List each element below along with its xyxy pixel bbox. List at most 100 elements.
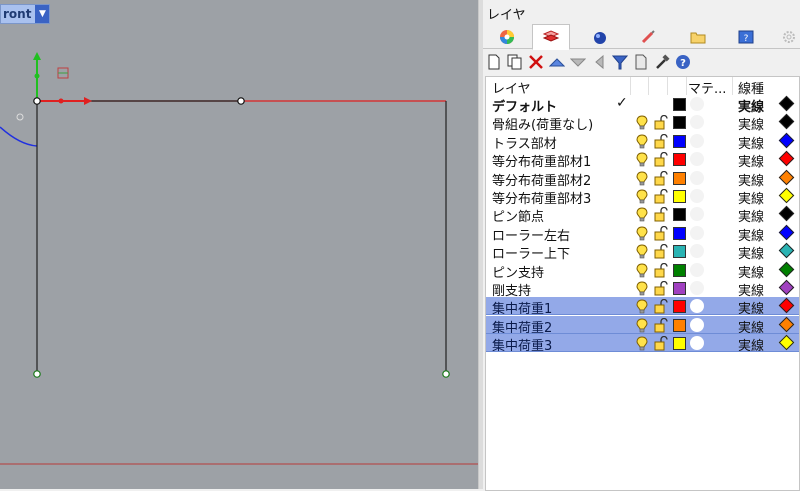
material-swatch[interactable] bbox=[690, 115, 704, 130]
print-color-diamond[interactable] bbox=[778, 206, 795, 222]
tab-folder[interactable] bbox=[680, 26, 716, 47]
layer-linetype[interactable]: 実線 bbox=[738, 243, 764, 262]
layer-linetype[interactable]: 実線 bbox=[738, 188, 764, 207]
layer-linetype[interactable]: 実線 bbox=[738, 114, 764, 133]
layer-row[interactable]: 等分布荷重部材1 実線 bbox=[486, 150, 799, 170]
document-button[interactable] bbox=[631, 52, 651, 72]
support-node[interactable] bbox=[442, 370, 450, 378]
material-swatch[interactable] bbox=[690, 97, 704, 111]
lock-toggle[interactable] bbox=[654, 336, 668, 355]
new-sublayer-button[interactable] bbox=[505, 52, 525, 72]
layer-list[interactable]: レイヤ マテ... 線種 デフォルト ✓ 実線 骨組み(荷重なし) 実線 トラス部材 実線等… bbox=[485, 76, 800, 491]
chevron-down-icon[interactable]: ▼ bbox=[35, 5, 50, 23]
layer-linetype[interactable]: 実線 bbox=[738, 335, 764, 354]
layer-row[interactable]: ローラー左右 実線 bbox=[486, 224, 799, 244]
front-viewport[interactable]: ront ▼ bbox=[0, 0, 478, 489]
move-down-button[interactable] bbox=[568, 52, 588, 72]
layer-color-swatch[interactable] bbox=[673, 263, 686, 277]
gumball-x-handle[interactable] bbox=[58, 98, 64, 104]
layer-row[interactable]: トラス部材 実線 bbox=[486, 132, 799, 152]
layer-row[interactable]: 骨組み(荷重なし) 実線 bbox=[486, 113, 799, 133]
layer-linetype[interactable]: 実線 bbox=[738, 151, 764, 170]
layer-linetype[interactable]: 実線 bbox=[738, 280, 764, 299]
layer-color-swatch[interactable] bbox=[673, 226, 686, 240]
support-node[interactable] bbox=[33, 370, 41, 378]
layer-row[interactable]: ピン支持 実線 bbox=[486, 261, 799, 281]
layer-row[interactable]: デフォルト ✓ 実線 bbox=[486, 95, 799, 115]
layer-color-swatch[interactable] bbox=[673, 245, 686, 259]
layer-linetype[interactable]: 実線 bbox=[738, 206, 764, 225]
help-button[interactable]: ? bbox=[673, 52, 693, 72]
layer-linetype[interactable]: 実線 bbox=[738, 170, 764, 189]
gumball-rotate-handle[interactable] bbox=[16, 113, 24, 121]
print-color-diamond[interactable] bbox=[778, 132, 795, 149]
gumball-x-head[interactable] bbox=[84, 97, 92, 105]
layer-row[interactable]: 等分布荷重部材2 実線 bbox=[486, 169, 799, 189]
layer-color-swatch[interactable] bbox=[673, 171, 686, 185]
viewport-title-tab[interactable]: ront ▼ bbox=[0, 4, 51, 24]
layer-row[interactable]: ローラー上下 実線 bbox=[486, 242, 799, 262]
curve-arc[interactable] bbox=[0, 126, 38, 147]
layer-row[interactable]: 集中荷重2 実線 bbox=[486, 315, 799, 336]
point-node[interactable] bbox=[33, 97, 41, 105]
layer-color-swatch[interactable] bbox=[673, 190, 686, 203]
tools-button[interactable] bbox=[652, 52, 672, 72]
print-color-diamond[interactable] bbox=[778, 150, 795, 167]
print-color-diamond[interactable] bbox=[778, 316, 795, 333]
print-color-diamond[interactable] bbox=[778, 334, 795, 351]
layer-color-swatch[interactable] bbox=[673, 153, 686, 167]
material-swatch[interactable] bbox=[690, 262, 704, 277]
layer-color-swatch[interactable] bbox=[673, 337, 686, 351]
tab-help-window[interactable]: ? bbox=[728, 26, 764, 47]
tab-render[interactable] bbox=[582, 26, 618, 47]
layer-linetype[interactable]: 実線 bbox=[738, 262, 764, 281]
print-color-diamond[interactable] bbox=[778, 95, 795, 112]
layer-color-swatch[interactable] bbox=[673, 318, 686, 332]
material-swatch[interactable] bbox=[690, 170, 704, 185]
print-color-diamond[interactable] bbox=[778, 298, 795, 314]
move-up-button[interactable] bbox=[547, 52, 567, 72]
print-color-diamond[interactable] bbox=[778, 187, 795, 204]
layer-color-swatch[interactable] bbox=[673, 208, 686, 222]
move-left-button[interactable] bbox=[589, 52, 609, 72]
layer-color-swatch[interactable] bbox=[673, 300, 686, 314]
print-color-diamond[interactable] bbox=[778, 279, 795, 296]
layer-linetype[interactable]: 実線 bbox=[738, 225, 764, 244]
filter-button[interactable] bbox=[610, 52, 630, 72]
layer-color-swatch[interactable] bbox=[673, 134, 686, 148]
layer-row[interactable]: 剛支持 実線 bbox=[486, 279, 799, 299]
layer-row[interactable]: 集中荷重1 実線 bbox=[486, 297, 799, 317]
material-swatch[interactable] bbox=[690, 207, 704, 222]
layer-row[interactable]: 集中荷重3 実線 bbox=[486, 334, 799, 355]
visibility-toggle[interactable] bbox=[636, 336, 648, 355]
gumball-y-handle[interactable] bbox=[34, 73, 40, 79]
current-layer-check-icon[interactable]: ✓ bbox=[616, 95, 628, 111]
material-swatch[interactable] bbox=[690, 133, 704, 148]
material-swatch[interactable] bbox=[690, 225, 704, 240]
print-color-diamond[interactable] bbox=[778, 169, 795, 185]
gumball-y-head[interactable] bbox=[33, 52, 41, 60]
material-swatch[interactable] bbox=[690, 152, 704, 167]
tab-layers[interactable] bbox=[532, 24, 570, 50]
tab-settings[interactable] bbox=[771, 26, 800, 47]
material-swatch[interactable] bbox=[690, 244, 704, 259]
new-layer-button[interactable] bbox=[484, 52, 504, 72]
material-swatch[interactable] bbox=[690, 281, 704, 295]
material-swatch[interactable] bbox=[690, 299, 704, 314]
material-swatch[interactable] bbox=[690, 336, 704, 351]
point-node[interactable] bbox=[237, 97, 245, 105]
layer-linetype[interactable]: 実線 bbox=[738, 298, 764, 317]
layer-row[interactable]: 等分布荷重部材3 実線 bbox=[486, 187, 799, 207]
material-swatch[interactable] bbox=[690, 189, 704, 203]
layer-color-swatch[interactable] bbox=[673, 116, 686, 130]
layer-color-swatch[interactable] bbox=[673, 98, 686, 111]
print-color-diamond[interactable] bbox=[778, 224, 795, 241]
print-color-diamond[interactable] bbox=[778, 242, 795, 259]
layer-linetype[interactable]: 実線 bbox=[738, 133, 764, 152]
layer-linetype[interactable]: 実線 bbox=[738, 317, 764, 336]
layer-color-swatch[interactable] bbox=[673, 282, 686, 295]
print-color-diamond[interactable] bbox=[778, 261, 795, 277]
layer-linetype[interactable]: 実線 bbox=[738, 96, 764, 115]
material-swatch[interactable] bbox=[690, 317, 704, 332]
tab-brush[interactable] bbox=[630, 26, 666, 47]
